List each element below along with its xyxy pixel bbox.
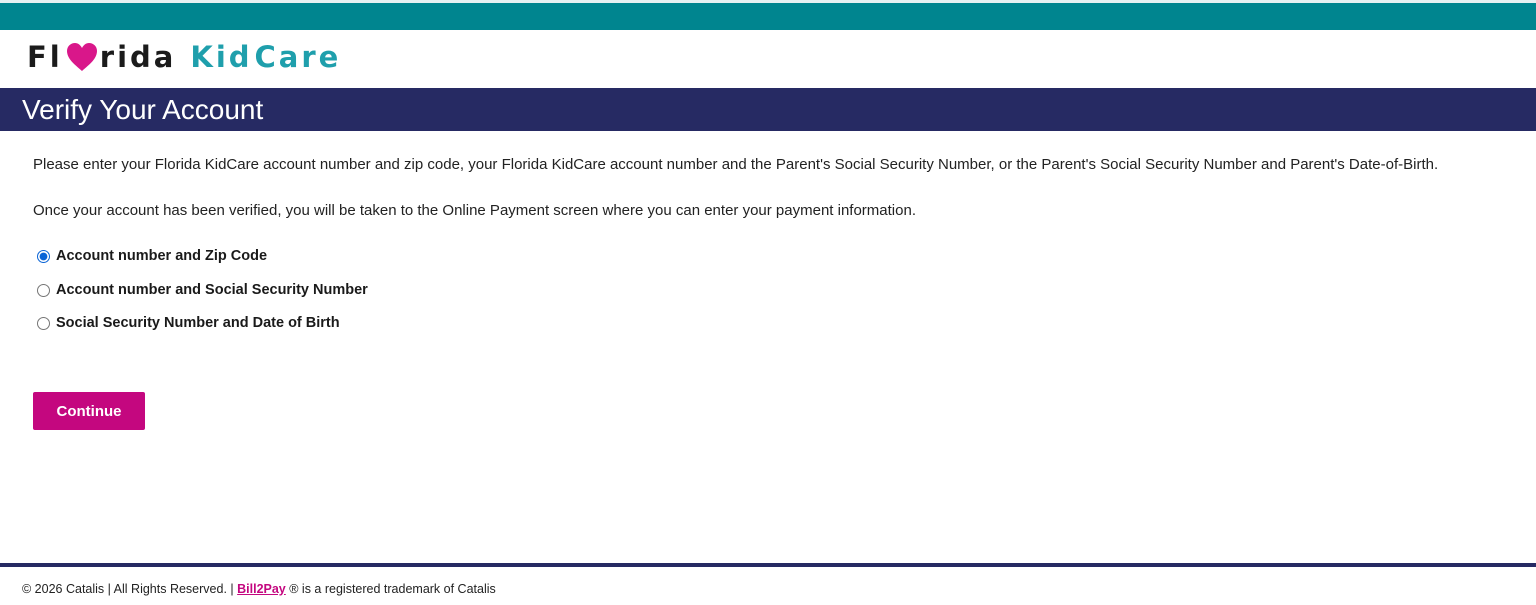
logo-bar: Fl rida Kid Care <box>0 30 1536 88</box>
radio-account-ssn[interactable] <box>37 283 50 297</box>
option-label: Social Security Number and Date of Birth <box>56 315 340 331</box>
logo-text-kid: Kid <box>190 40 253 74</box>
footer-divider <box>0 563 1536 567</box>
radio-ssn-dob[interactable] <box>37 316 50 330</box>
option-account-zip[interactable]: Account number and Zip Code <box>37 246 267 266</box>
page: Fl rida Kid Care Verify Your Account Ple… <box>0 0 1536 605</box>
continue-button[interactable]: Continue <box>33 392 145 430</box>
option-account-ssn[interactable]: Account number and Social Security Numbe… <box>37 280 368 300</box>
option-label: Account number and Social Security Numbe… <box>56 282 368 298</box>
verification-note: Once your account has been verified, you… <box>33 202 916 219</box>
bill2pay-link[interactable]: Bill2Pay <box>237 582 286 596</box>
top-color-band <box>0 0 1536 30</box>
page-title: Verify Your Account <box>22 94 264 125</box>
logo-text-rida: rida <box>99 40 177 74</box>
radio-account-zip[interactable] <box>37 249 50 263</box>
footer: © 2026 Catalis | All Rights Reserved. | … <box>22 581 496 597</box>
option-label: Account number and Zip Code <box>56 248 268 264</box>
heart-icon <box>66 43 97 71</box>
option-ssn-dob[interactable]: Social Security Number and Date of Birth <box>37 313 340 333</box>
logo-text-care: Care <box>254 40 342 74</box>
logo-text-fl: Fl <box>27 40 63 74</box>
trademark-text: ® is a registered trademark of Catalis <box>289 582 496 596</box>
florida-kidcare-logo[interactable]: Fl rida Kid Care <box>27 37 341 77</box>
title-bar: Verify Your Account <box>0 88 1536 131</box>
instructions-text: Please enter your Florida KidCare accoun… <box>33 156 1439 173</box>
copyright-text: © 2026 Catalis | All Rights Reserved. | <box>22 582 234 596</box>
